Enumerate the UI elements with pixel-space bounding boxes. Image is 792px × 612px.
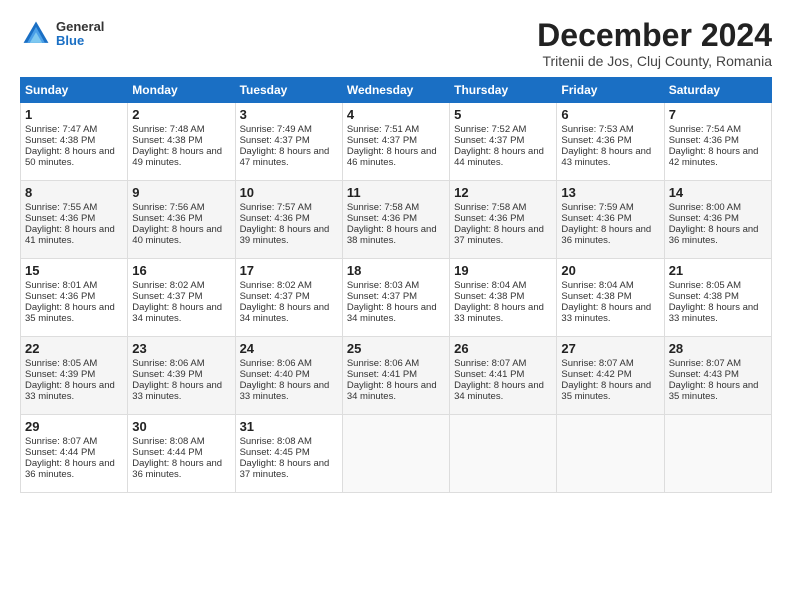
day-number: 30 <box>132 419 230 434</box>
header-monday: Monday <box>128 78 235 103</box>
day-number: 2 <box>132 107 230 122</box>
logo-text: General Blue <box>56 20 104 49</box>
logo-line2: Blue <box>56 34 104 48</box>
day-number: 1 <box>25 107 123 122</box>
calendar-cell <box>450 415 557 493</box>
day-number: 23 <box>132 341 230 356</box>
calendar-cell: 10Sunrise: 7:57 AMSunset: 4:36 PMDayligh… <box>235 181 342 259</box>
day-number: 26 <box>454 341 552 356</box>
header-saturday: Saturday <box>664 78 771 103</box>
day-number: 4 <box>347 107 445 122</box>
calendar-cell: 3Sunrise: 7:49 AMSunset: 4:37 PMDaylight… <box>235 103 342 181</box>
calendar-cell: 29Sunrise: 8:07 AMSunset: 4:44 PMDayligh… <box>21 415 128 493</box>
calendar-cell: 15Sunrise: 8:01 AMSunset: 4:36 PMDayligh… <box>21 259 128 337</box>
calendar-cell: 14Sunrise: 8:00 AMSunset: 4:36 PMDayligh… <box>664 181 771 259</box>
day-number: 11 <box>347 185 445 200</box>
day-number: 17 <box>240 263 338 278</box>
calendar-cell: 20Sunrise: 8:04 AMSunset: 4:38 PMDayligh… <box>557 259 664 337</box>
day-number: 24 <box>240 341 338 356</box>
day-number: 28 <box>669 341 767 356</box>
subtitle: Tritenii de Jos, Cluj County, Romania <box>537 53 772 69</box>
calendar-cell: 13Sunrise: 7:59 AMSunset: 4:36 PMDayligh… <box>557 181 664 259</box>
day-number: 21 <box>669 263 767 278</box>
page: General Blue December 2024 Tritenii de J… <box>0 0 792 612</box>
calendar-cell: 27Sunrise: 8:07 AMSunset: 4:42 PMDayligh… <box>557 337 664 415</box>
calendar-cell: 11Sunrise: 7:58 AMSunset: 4:36 PMDayligh… <box>342 181 449 259</box>
calendar-cell: 16Sunrise: 8:02 AMSunset: 4:37 PMDayligh… <box>128 259 235 337</box>
day-number: 13 <box>561 185 659 200</box>
day-number: 16 <box>132 263 230 278</box>
calendar-cell <box>557 415 664 493</box>
calendar-cell: 8Sunrise: 7:55 AMSunset: 4:36 PMDaylight… <box>21 181 128 259</box>
calendar: SundayMondayTuesdayWednesdayThursdayFrid… <box>20 77 772 493</box>
day-number: 18 <box>347 263 445 278</box>
title-block: December 2024 Tritenii de Jos, Cluj Coun… <box>537 18 772 69</box>
calendar-cell: 22Sunrise: 8:05 AMSunset: 4:39 PMDayligh… <box>21 337 128 415</box>
calendar-cell: 30Sunrise: 8:08 AMSunset: 4:44 PMDayligh… <box>128 415 235 493</box>
calendar-cell: 17Sunrise: 8:02 AMSunset: 4:37 PMDayligh… <box>235 259 342 337</box>
calendar-cell: 1Sunrise: 7:47 AMSunset: 4:38 PMDaylight… <box>21 103 128 181</box>
logo: General Blue <box>20 18 104 50</box>
main-title: December 2024 <box>537 18 772 53</box>
day-number: 3 <box>240 107 338 122</box>
logo-line1: General <box>56 20 104 34</box>
day-number: 8 <box>25 185 123 200</box>
calendar-header-row: SundayMondayTuesdayWednesdayThursdayFrid… <box>21 78 772 103</box>
calendar-cell: 23Sunrise: 8:06 AMSunset: 4:39 PMDayligh… <box>128 337 235 415</box>
calendar-cell: 2Sunrise: 7:48 AMSunset: 4:38 PMDaylight… <box>128 103 235 181</box>
calendar-cell: 7Sunrise: 7:54 AMSunset: 4:36 PMDaylight… <box>664 103 771 181</box>
day-number: 19 <box>454 263 552 278</box>
calendar-cell: 18Sunrise: 8:03 AMSunset: 4:37 PMDayligh… <box>342 259 449 337</box>
day-number: 31 <box>240 419 338 434</box>
day-number: 20 <box>561 263 659 278</box>
calendar-week-row: 8Sunrise: 7:55 AMSunset: 4:36 PMDaylight… <box>21 181 772 259</box>
header-thursday: Thursday <box>450 78 557 103</box>
day-number: 25 <box>347 341 445 356</box>
logo-icon <box>20 18 52 50</box>
calendar-cell <box>664 415 771 493</box>
calendar-week-row: 1Sunrise: 7:47 AMSunset: 4:38 PMDaylight… <box>21 103 772 181</box>
header-friday: Friday <box>557 78 664 103</box>
day-number: 14 <box>669 185 767 200</box>
day-number: 5 <box>454 107 552 122</box>
day-number: 22 <box>25 341 123 356</box>
day-number: 7 <box>669 107 767 122</box>
day-number: 9 <box>132 185 230 200</box>
header-tuesday: Tuesday <box>235 78 342 103</box>
calendar-cell: 5Sunrise: 7:52 AMSunset: 4:37 PMDaylight… <box>450 103 557 181</box>
calendar-week-row: 15Sunrise: 8:01 AMSunset: 4:36 PMDayligh… <box>21 259 772 337</box>
calendar-cell: 21Sunrise: 8:05 AMSunset: 4:38 PMDayligh… <box>664 259 771 337</box>
day-number: 12 <box>454 185 552 200</box>
calendar-cell: 12Sunrise: 7:58 AMSunset: 4:36 PMDayligh… <box>450 181 557 259</box>
calendar-cell: 6Sunrise: 7:53 AMSunset: 4:36 PMDaylight… <box>557 103 664 181</box>
calendar-week-row: 22Sunrise: 8:05 AMSunset: 4:39 PMDayligh… <box>21 337 772 415</box>
calendar-cell: 24Sunrise: 8:06 AMSunset: 4:40 PMDayligh… <box>235 337 342 415</box>
calendar-cell: 9Sunrise: 7:56 AMSunset: 4:36 PMDaylight… <box>128 181 235 259</box>
calendar-cell: 26Sunrise: 8:07 AMSunset: 4:41 PMDayligh… <box>450 337 557 415</box>
day-number: 15 <box>25 263 123 278</box>
day-number: 29 <box>25 419 123 434</box>
header-sunday: Sunday <box>21 78 128 103</box>
calendar-cell <box>342 415 449 493</box>
calendar-cell: 28Sunrise: 8:07 AMSunset: 4:43 PMDayligh… <box>664 337 771 415</box>
header: General Blue December 2024 Tritenii de J… <box>20 18 772 69</box>
day-number: 6 <box>561 107 659 122</box>
calendar-cell: 25Sunrise: 8:06 AMSunset: 4:41 PMDayligh… <box>342 337 449 415</box>
calendar-cell: 4Sunrise: 7:51 AMSunset: 4:37 PMDaylight… <box>342 103 449 181</box>
calendar-cell: 19Sunrise: 8:04 AMSunset: 4:38 PMDayligh… <box>450 259 557 337</box>
calendar-cell: 31Sunrise: 8:08 AMSunset: 4:45 PMDayligh… <box>235 415 342 493</box>
header-wednesday: Wednesday <box>342 78 449 103</box>
day-number: 10 <box>240 185 338 200</box>
day-number: 27 <box>561 341 659 356</box>
calendar-week-row: 29Sunrise: 8:07 AMSunset: 4:44 PMDayligh… <box>21 415 772 493</box>
